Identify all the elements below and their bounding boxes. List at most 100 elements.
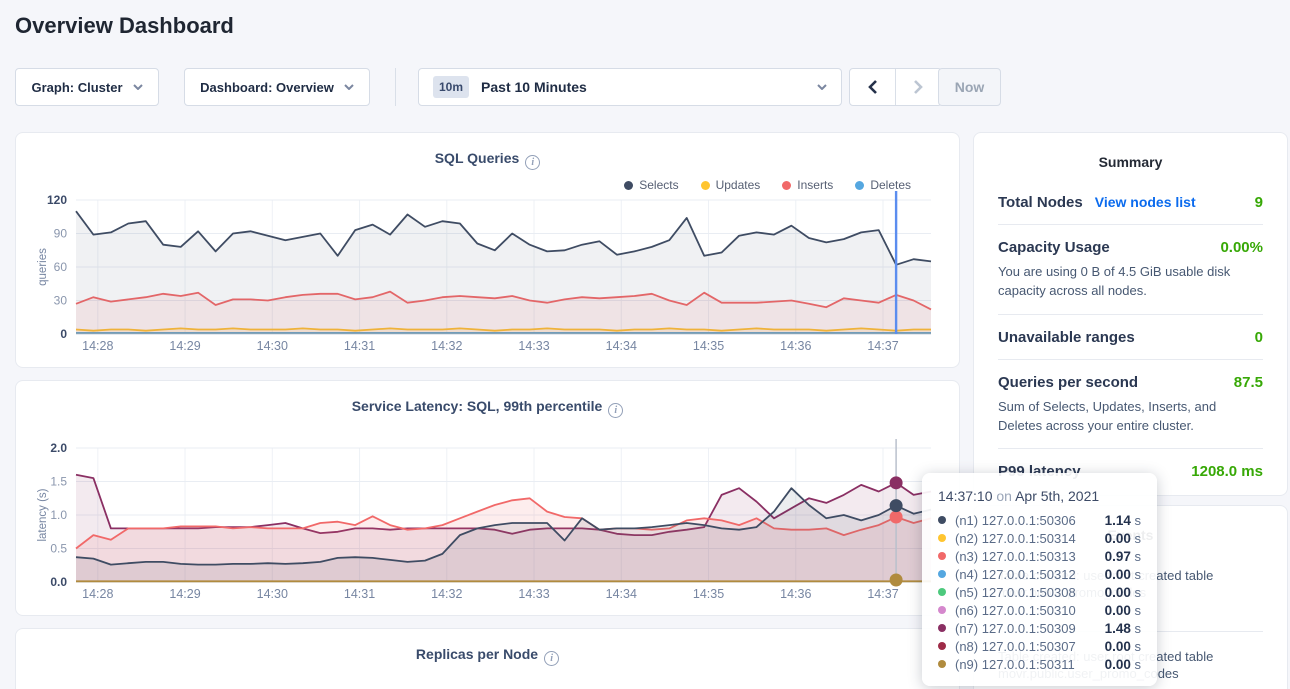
y-tick-label: 0 [60, 327, 67, 341]
summary-item-value: 0 [1255, 329, 1263, 346]
x-tick-label: 14:29 [169, 339, 200, 353]
sql-queries-chart[interactable]: 030609012014:2814:2914:3014:3114:3214:33… [16, 133, 961, 369]
x-tick-label: 14:28 [82, 587, 113, 601]
x-tick-label: 14:33 [518, 587, 549, 601]
y-tick-label: 30 [54, 294, 68, 308]
tooltip-node-row: (n5) 127.0.0.1:503080.00 s [938, 583, 1141, 601]
summary-panel: Summary Total Nodes View nodes list 9 Capac… [973, 132, 1288, 496]
x-tick-label: 14:32 [431, 339, 462, 353]
time-step-buttons [849, 68, 942, 106]
node-color-dot [938, 660, 946, 668]
summary-item-1: Capacity Usage 0.00% You are using 0 B of … [998, 224, 1263, 314]
x-tick-label: 14:28 [82, 339, 113, 353]
tooltip-node-row: (n8) 127.0.0.1:503070.00 s [938, 637, 1141, 655]
dashboard-dropdown-label: Dashboard: Overview [200, 80, 334, 95]
now-button[interactable]: Now [938, 68, 1001, 106]
x-tick-label: 14:35 [693, 587, 724, 601]
summary-item-label: Queries per second [998, 374, 1138, 391]
chevron-down-icon [133, 84, 143, 90]
x-tick-label: 14:32 [431, 587, 462, 601]
y-tick-label: 60 [54, 260, 68, 274]
chevron-right-icon [913, 79, 924, 95]
summary-item-value: 0.00% [1220, 239, 1263, 256]
summary-item-label: Capacity Usage [998, 239, 1110, 256]
node-latency-value: 1.14 s [1105, 513, 1141, 528]
tooltip-node-row: (n4) 127.0.0.1:50312 0.00 s [938, 565, 1141, 583]
tooltip-node-row: (n7) 127.0.0.1:50309 1.48 s [938, 619, 1141, 637]
service-latency-chart-card: Service Latency: SQL, 99th percentilei 0… [15, 380, 960, 616]
view-nodes-list-link[interactable]: View nodes list [1095, 194, 1196, 210]
node-address: (n9) 127.0.0.1:50311 [955, 657, 1075, 672]
x-tick-label: 14:30 [257, 587, 288, 601]
node-address: (n8) 127.0.0.1:50307 [955, 639, 1076, 654]
node-latency-value: 0.97 s [1105, 549, 1141, 564]
tooltip-node-row: (n2) 127.0.0.1:50314 0.00 s [938, 529, 1141, 547]
summary-item-label: Total Nodes [998, 194, 1083, 211]
x-tick-label: 14:29 [169, 587, 200, 601]
tooltip-timestamp: 14:37:10 on Apr 5th, 2021 [938, 488, 1141, 504]
info-icon[interactable]: i [544, 651, 559, 666]
y-axis-title: queries [37, 248, 49, 286]
tooltip-node-row: (n3) 127.0.0.1:50313 0.97 s [938, 547, 1141, 565]
x-tick-label: 14:30 [257, 339, 288, 353]
chart-tooltip: 14:37:10 on Apr 5th, 2021 (n1) 127.0.0.1… [922, 473, 1157, 686]
node-latency-value: 0.00 s [1105, 603, 1141, 618]
node-color-dot [938, 534, 946, 542]
node-address: (n4) 127.0.0.1:50312 [955, 567, 1076, 582]
hover-dot [890, 511, 903, 524]
summary-item-description: Sum of Selects, Updates, Inserts, and De… [998, 398, 1263, 436]
node-address: (n3) 127.0.0.1:50313 [955, 549, 1076, 564]
node-address: (n1) 127.0.0.1:50306 [955, 513, 1076, 528]
hover-dot [890, 573, 903, 586]
node-latency-value: 0.00 s [1105, 567, 1141, 582]
sql-queries-chart-card: SQL Queriesi SelectsUpdatesInsertsDelete… [15, 132, 960, 368]
hover-dot [890, 499, 903, 512]
y-tick-label: 1.0 [50, 508, 67, 522]
y-tick-label: 90 [54, 227, 68, 241]
node-address: (n6) 127.0.0.1:50310 [955, 603, 1076, 618]
node-latency-value: 0.00 s [1105, 585, 1141, 600]
y-axis-title: latency (s) [37, 488, 49, 541]
replicas-per-node-chart-title: Replicas per Nodei [16, 646, 959, 666]
time-next-button[interactable] [895, 69, 941, 105]
tooltip-node-row: (n9) 127.0.0.1:50311 0.00 s [938, 655, 1141, 673]
page-title: Overview Dashboard [15, 13, 234, 39]
summary-heading: Summary [974, 133, 1287, 170]
chevron-down-icon [344, 84, 354, 90]
x-tick-label: 14:36 [780, 587, 811, 601]
y-tick-label: 2.0 [50, 441, 67, 455]
node-color-dot [938, 552, 946, 560]
node-address: (n7) 127.0.0.1:50309 [955, 621, 1076, 636]
time-range-dropdown[interactable]: 10m Past 10 Minutes [418, 68, 842, 106]
node-latency-value: 1.48 s [1105, 621, 1141, 636]
y-tick-label: 1.5 [50, 475, 67, 489]
x-tick-label: 14:34 [606, 587, 637, 601]
summary-item-3: Queries per second 87.5 Sum of Selects, Up… [998, 359, 1263, 449]
summary-item-description: You are using 0 B of 4.5 GiB usable disk… [998, 263, 1263, 301]
hover-dot [890, 476, 903, 489]
chevron-left-icon [867, 79, 878, 95]
summary-item-value: 9 [1255, 194, 1263, 211]
node-latency-value: 0.00 s [1105, 657, 1141, 672]
service-latency-chart[interactable]: 0.00.51.01.52.014:2814:2914:3014:3114:32… [16, 381, 961, 617]
node-color-dot [938, 588, 946, 596]
x-tick-label: 14:33 [518, 339, 549, 353]
time-prev-button[interactable] [850, 69, 895, 105]
graph-dropdown[interactable]: Graph: Cluster [15, 68, 159, 106]
x-tick-label: 14:31 [344, 587, 375, 601]
summary-item-value: 1208.0 ms [1191, 463, 1263, 480]
time-range-label: Past 10 Minutes [481, 79, 587, 95]
node-latency-value: 0.00 s [1105, 531, 1141, 546]
summary-item-2: Unavailable ranges0 [998, 314, 1263, 359]
tooltip-node-row: (n1) 127.0.0.1:50306 1.14 s [938, 511, 1141, 529]
node-color-dot [938, 516, 946, 524]
y-tick-label: 0.5 [50, 542, 67, 556]
tooltip-node-row: (n6) 127.0.0.1:50310 0.00 s [938, 601, 1141, 619]
node-color-dot [938, 606, 946, 614]
series-area-Selects [76, 211, 931, 334]
summary-item-value: 87.5 [1234, 374, 1263, 391]
x-tick-label: 14:37 [867, 587, 898, 601]
node-address: (n2) 127.0.0.1:50314 [955, 531, 1076, 546]
replicas-per-node-chart-card: Replicas per Nodei [15, 628, 960, 689]
dashboard-dropdown[interactable]: Dashboard: Overview [184, 68, 370, 106]
